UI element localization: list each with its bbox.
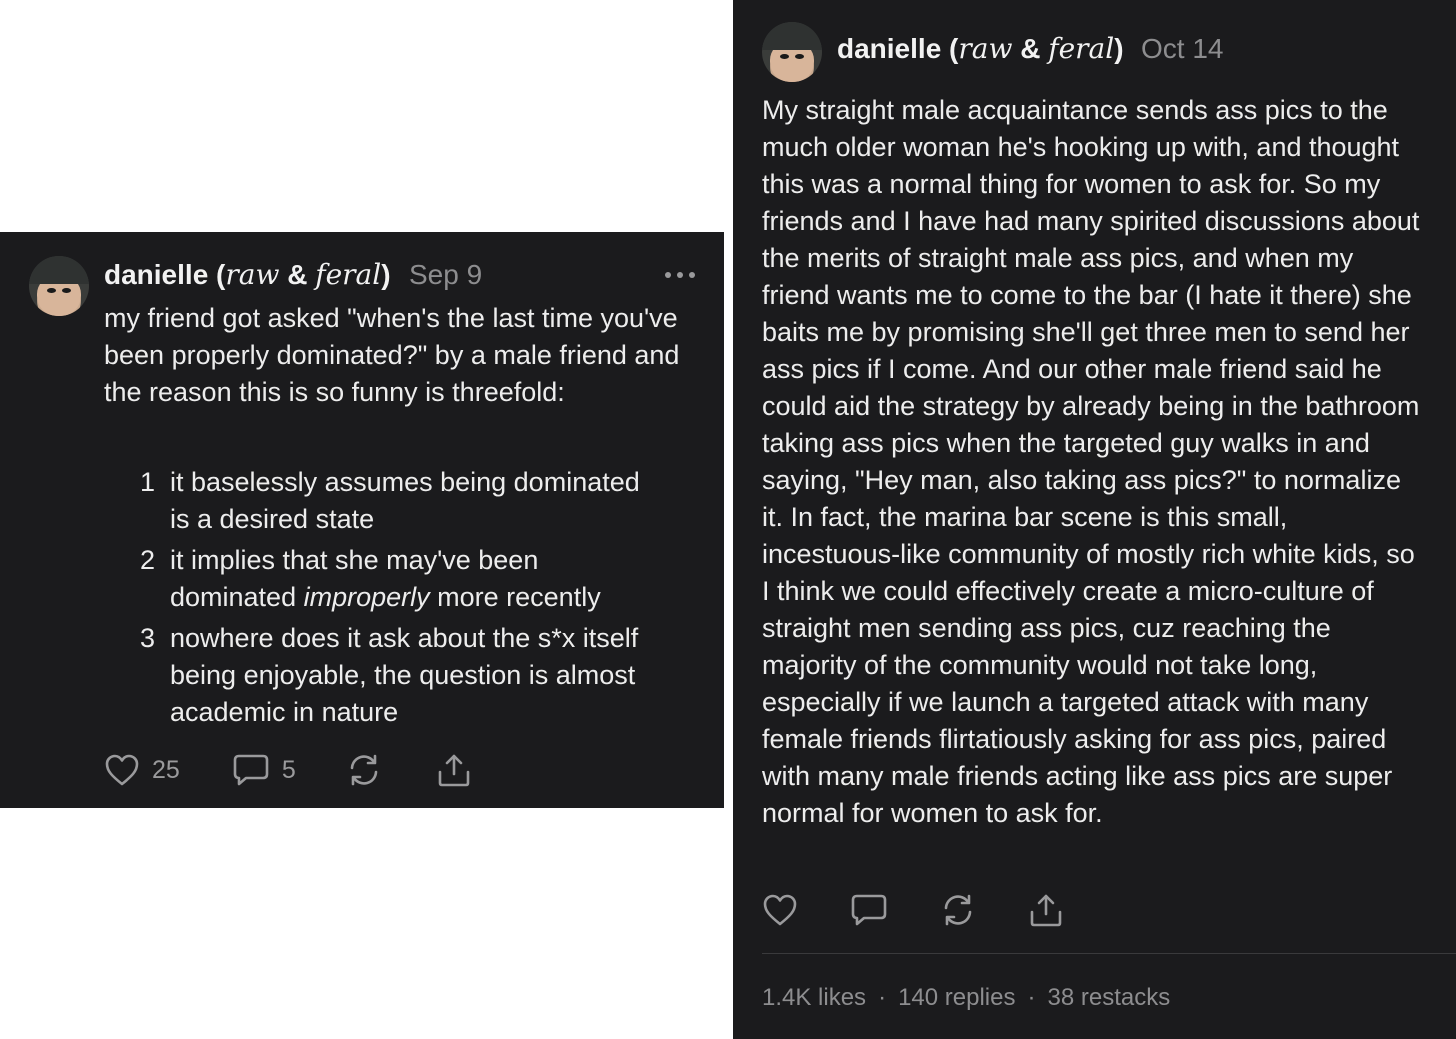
reply-button[interactable]: 5 xyxy=(232,753,296,787)
list-item: 2 it implies that she may've been dominat… xyxy=(140,545,601,612)
post-card-right: danielle (raw & feral) Oct 14 My straigh… xyxy=(733,0,1456,1039)
restack-icon xyxy=(350,754,378,786)
post-date[interactable]: Oct 14 xyxy=(1141,33,1223,65)
share-icon xyxy=(438,754,470,787)
post-body: my friend got asked "when's the last tim… xyxy=(104,303,680,407)
numbered-list: 1 it baselessly assumes being dominated i… xyxy=(104,464,664,735)
restack-icon xyxy=(944,894,972,926)
reply-button[interactable] xyxy=(850,893,888,927)
heart-icon xyxy=(105,754,139,786)
share-button[interactable] xyxy=(1028,892,1064,928)
post-date[interactable]: Sep 9 xyxy=(409,259,482,291)
like-count: 25 xyxy=(152,755,180,784)
list-item: 3 nowhere does it ask about the s*x itsel… xyxy=(140,623,639,727)
action-bar: 25 5 xyxy=(104,752,472,788)
comment-icon xyxy=(851,894,887,926)
replies-link[interactable]: 140 replies xyxy=(898,984,1015,1011)
reply-count: 5 xyxy=(281,755,296,784)
action-bar xyxy=(762,892,1064,928)
separator: · xyxy=(1027,984,1036,1011)
likes-link[interactable]: 1.4K likes xyxy=(762,984,866,1011)
post-body: My straight male acquaintance sends ass … xyxy=(762,95,1420,828)
share-icon xyxy=(1030,894,1062,927)
list-item: 1 it baselessly assumes being dominated i… xyxy=(140,467,640,534)
avatar[interactable] xyxy=(762,22,822,82)
share-button[interactable] xyxy=(436,752,472,788)
post-card-left: danielle (raw & feral) Sep 9 my friend g… xyxy=(0,232,724,808)
restack-button[interactable] xyxy=(346,752,382,788)
avatar[interactable] xyxy=(29,256,89,316)
divider xyxy=(762,953,1456,954)
separator: · xyxy=(878,984,887,1011)
more-icon[interactable] xyxy=(665,272,695,278)
restack-button[interactable] xyxy=(940,892,976,928)
heart-icon xyxy=(763,894,797,926)
author-name[interactable]: danielle (raw & feral) xyxy=(837,32,1124,65)
author-name[interactable]: danielle (raw & feral) xyxy=(104,258,391,291)
comment-icon xyxy=(233,754,269,786)
engagement-stats: 1.4K likes · 140 replies · 38 restacks xyxy=(762,984,1170,1012)
restacks-link[interactable]: 38 restacks xyxy=(1047,984,1170,1011)
like-button[interactable] xyxy=(762,893,798,927)
like-button[interactable]: 25 xyxy=(104,753,180,787)
